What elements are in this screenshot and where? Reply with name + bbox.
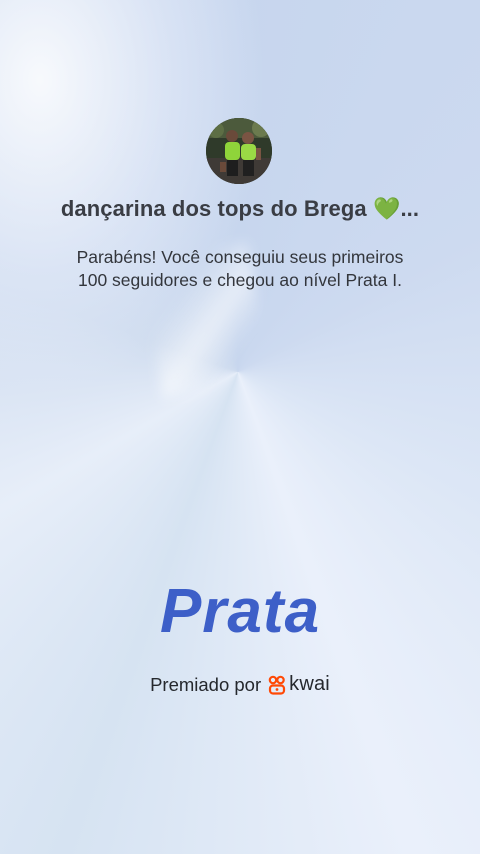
avatar[interactable] (206, 118, 272, 184)
congrats-message-line-2: 100 seguidores e chegou ao nível Prata I… (78, 270, 402, 290)
awarded-by-label: Premiado por (150, 673, 262, 695)
level-title: Prata (159, 577, 321, 646)
kwai-logo-icon (268, 675, 286, 695)
congrats-message-line-1: Parabéns! Você conseguiu seus primeiros (76, 247, 404, 267)
kwai-brand-name: kwai (289, 673, 330, 695)
user-name: dançarina dos tops do Brega 💚... (60, 196, 420, 221)
kwai-brand[interactable]: kwai (268, 673, 330, 696)
avatar-photo (206, 118, 272, 184)
congrats-message: Parabéns! Você conseguiu seus primeiros … (40, 246, 440, 292)
awarded-by-row: Premiado por kwai (0, 673, 480, 696)
